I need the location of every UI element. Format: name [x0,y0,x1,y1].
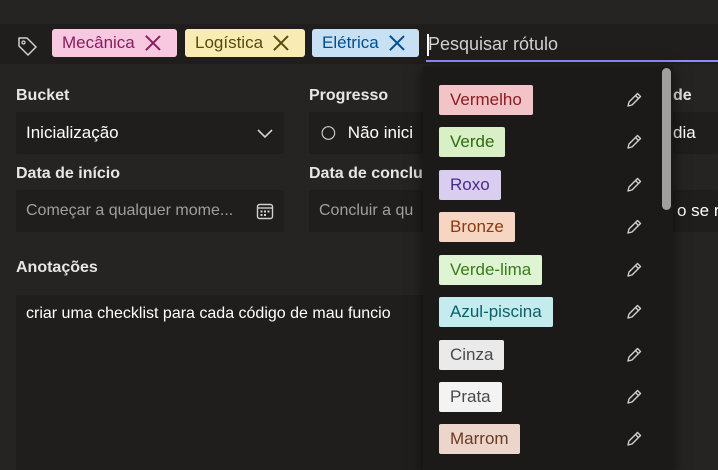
notes-textarea[interactable]: criar uma checklist para cada código de … [16,295,424,470]
due-date-label: Data de conclu [309,165,423,182]
repeat-value: o se re [677,201,718,220]
pencil-icon[interactable] [625,91,643,109]
label-option-row[interactable]: Vermelho [423,85,673,115]
label-option[interactable]: Cinza [439,340,505,370]
repeat-field[interactable]: o se re [673,190,718,232]
label-option-row[interactable]: Bronze [423,212,673,242]
label-option-row[interactable]: Cinza [423,340,673,370]
pencil-icon[interactable] [625,430,643,448]
bucket-label: Bucket [16,87,70,104]
label-option-row[interactable]: Verde-lima [423,255,673,285]
start-date-placeholder: Começar a qualquer mome... [26,202,234,219]
bucket-value: Inicialização [26,123,119,142]
notes-label: Anotações [16,259,98,276]
not-started-circle-icon [321,126,336,140]
dropdown-scrollbar[interactable] [662,68,671,210]
pencil-icon[interactable] [625,218,643,236]
remove-label-icon[interactable] [145,35,161,51]
bucket-select[interactable]: Inicialização [16,112,284,154]
label-chip-eletrica[interactable]: Elétrica [312,29,419,57]
remove-label-icon[interactable] [273,35,289,51]
label-option-row[interactable]: Verde [423,127,673,157]
label-option[interactable]: Bronze [439,212,515,242]
priority-value: dia [673,123,696,142]
label-option-row[interactable]: Roxo [423,170,673,200]
progress-select[interactable]: Não inici [309,112,423,154]
priority-label: de [673,87,692,104]
start-date-field[interactable]: Começar a qualquer mome... [16,190,284,232]
label-search-input[interactable] [426,28,718,62]
label-option[interactable]: Verde-lima [439,255,543,285]
label-chip-mecanica[interactable]: Mecânica [52,29,177,57]
start-date-label: Data de início [16,165,121,182]
label-chip-text: Logística [195,33,264,52]
label-option[interactable]: Azul-piscina [439,297,553,327]
pencil-icon[interactable] [625,388,643,406]
pencil-icon[interactable] [625,303,643,321]
label-option[interactable]: Marrom [439,424,520,454]
label-chip-text: Mecânica [62,33,135,52]
label-option-row[interactable]: Prata [423,382,673,412]
label-option-row[interactable]: Azul-piscina [423,297,673,327]
pencil-icon[interactable] [625,133,643,151]
label-option-row[interactable]: Marrom [423,424,673,454]
tag-icon [18,37,37,56]
notes-text: criar uma checklist para cada código de … [26,305,391,322]
calendar-icon[interactable] [256,202,274,220]
due-date-field[interactable]: Concluir a qu [309,190,423,232]
due-date-placeholder: Concluir a qu [319,202,414,219]
label-dropdown: Vermelho Verde Roxo Bronze Verde-lima Azul-pi… [423,66,673,470]
remove-label-icon[interactable] [389,35,405,51]
label-chip-logistica[interactable]: Logística [185,29,305,57]
text-caret [427,34,429,56]
progress-label: Progresso [309,87,389,104]
label-option[interactable]: Roxo [439,170,501,200]
label-option[interactable]: Prata [439,382,502,412]
label-option[interactable]: Verde [439,127,506,157]
pencil-icon[interactable] [625,261,643,279]
progress-value: Não inici [347,123,413,142]
priority-select[interactable]: dia [673,112,718,154]
pencil-icon[interactable] [625,346,643,364]
label-chip-text: Elétrica [322,33,379,52]
label-option[interactable]: Vermelho [439,85,533,115]
pencil-icon[interactable] [625,176,643,194]
chevron-down-icon [257,129,273,139]
